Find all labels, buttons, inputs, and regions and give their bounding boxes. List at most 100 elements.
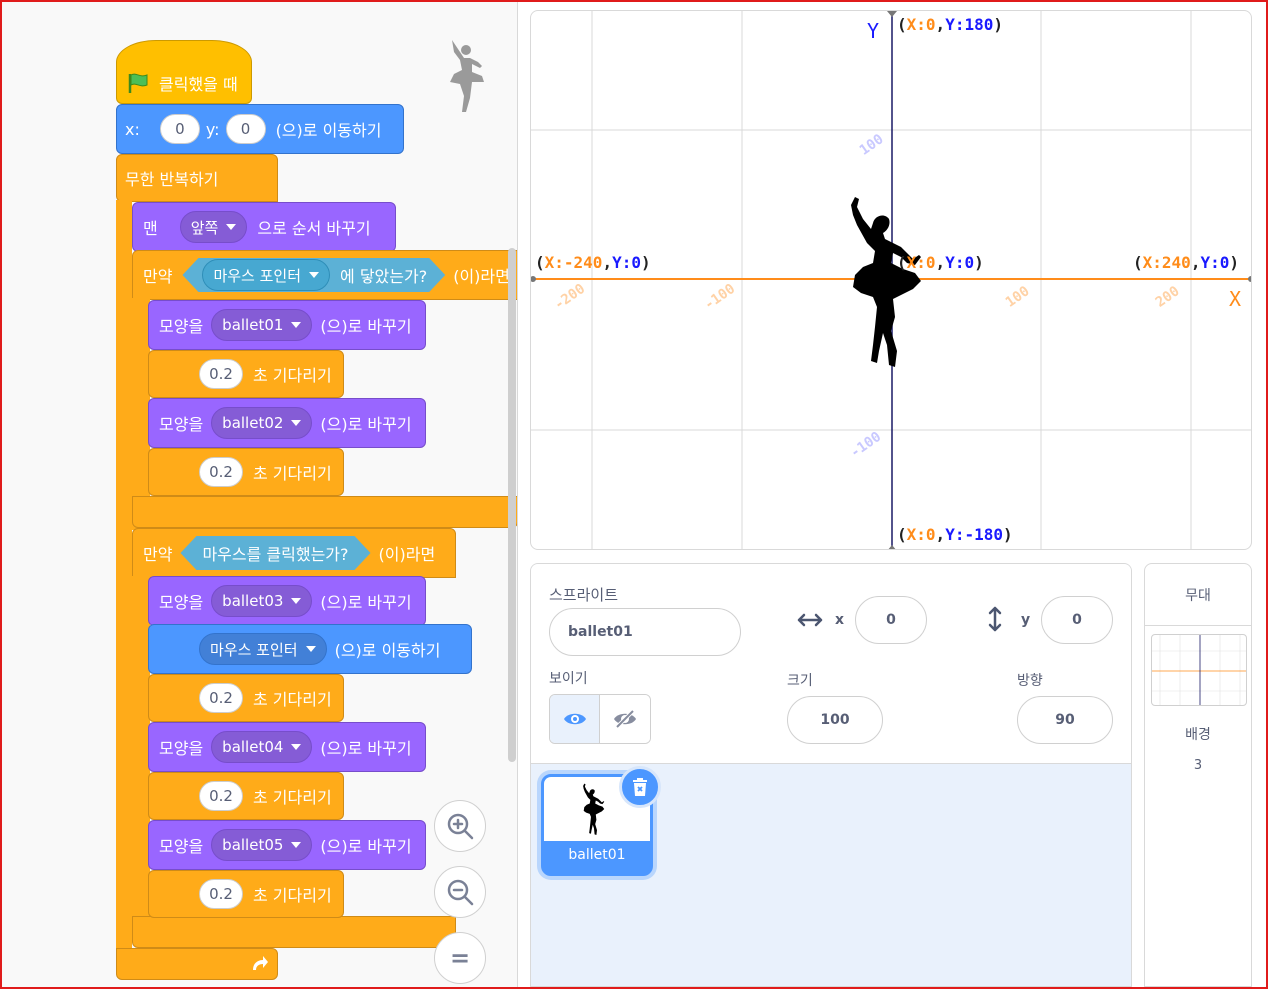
- show-visible-button[interactable]: [550, 695, 600, 743]
- zoom-in-button[interactable]: [434, 800, 486, 852]
- goto-suffix: (으)로 이동하기: [275, 121, 382, 140]
- layer-dropdown[interactable]: 앞쪽: [179, 211, 248, 243]
- goto-x-input[interactable]: 0: [159, 114, 200, 144]
- wait-block[interactable]: 0.2 초 기다리기: [148, 870, 344, 918]
- zoom-reset-button[interactable]: =: [434, 932, 486, 984]
- mouse-down-condition[interactable]: 마우스를 클릭했는가?: [180, 536, 370, 570]
- horizontal-arrows-icon: [797, 613, 823, 627]
- coord-left: (X:-240,Y:0): [535, 253, 651, 272]
- costume-dropdown[interactable]: ballet04: [211, 731, 313, 763]
- coord-center-sep: ,: [935, 253, 946, 272]
- y-position-input[interactable]: 0: [1041, 596, 1113, 644]
- wait-input[interactable]: 0.2: [199, 457, 243, 487]
- coord-top-x: X:0: [906, 15, 936, 34]
- go-to-pointer-block[interactable]: 마우스 포인터 (으)로 이동하기: [148, 624, 472, 674]
- if-touching-block[interactable]: 만약 마우스 포인터 에 닿았는가? (이)라면: [132, 250, 517, 300]
- wait-suffix: 초 기다리기: [253, 886, 332, 905]
- zoom-out-button[interactable]: [434, 866, 486, 918]
- goto-pointer-suffix: (으)로 이동하기: [334, 641, 441, 660]
- wait-block[interactable]: 0.2 초 기다리기: [148, 350, 344, 398]
- wait-block[interactable]: 0.2 초 기다리기: [148, 772, 344, 820]
- touching-suffix: 에 닿았는가?: [340, 267, 428, 286]
- touching-condition[interactable]: 마우스 포인터 에 닿았는가?: [182, 258, 445, 292]
- backdrop-thumbnail[interactable]: [1151, 634, 1247, 706]
- coord-top-y: Y:180: [945, 15, 994, 34]
- wait-input[interactable]: 0.2: [199, 879, 243, 909]
- costume-suffix: (으)로 바꾸기: [320, 593, 412, 612]
- switch-costume-block[interactable]: 모양을 ballet05 (으)로 바꾸기: [148, 820, 426, 870]
- eye-hidden-icon: [614, 709, 636, 729]
- switch-costume-block[interactable]: 모양을 ballet02 (으)로 바꾸기: [148, 398, 426, 448]
- wait-suffix: 초 기다리기: [253, 788, 332, 807]
- costume-dropdown[interactable]: ballet02: [211, 407, 313, 439]
- wait-block[interactable]: 0.2 초 기다리기: [148, 674, 344, 722]
- ballerina-sprite[interactable]: [849, 195, 945, 367]
- if-mouse-down-block[interactable]: 만약 마우스를 클릭했는가? (이)라면: [132, 528, 456, 578]
- sprite-name-value: ballet01: [568, 624, 633, 640]
- direction-input[interactable]: 90: [1017, 696, 1113, 744]
- show-hidden-button[interactable]: [600, 695, 650, 743]
- coord-right-x: X:240: [1142, 253, 1191, 272]
- code-area[interactable]: 클릭했을 때 x: 0 y: 0 (으)로 이동하기 무한 반복하기 맨 앞쪽 …: [2, 2, 518, 987]
- zoom-out-icon: [447, 879, 474, 906]
- show-toggle: [549, 694, 651, 744]
- backdrop-count: 3: [1193, 758, 1203, 773]
- paren-open: (: [897, 525, 907, 544]
- wait-suffix: 초 기다리기: [253, 366, 332, 385]
- switch-costume-block[interactable]: 모양을 ballet03 (으)로 바꾸기: [148, 576, 426, 626]
- goto-y-label: y:: [205, 119, 220, 139]
- wait-input[interactable]: 0.2: [199, 781, 243, 811]
- chevron-down-icon: [291, 420, 302, 426]
- wait-input[interactable]: 0.2: [199, 359, 243, 389]
- x-position-value: 0: [886, 612, 896, 628]
- costume-prefix: 모양을: [159, 317, 204, 336]
- stage-pane-header: 무대: [1145, 564, 1251, 626]
- switch-costume-block[interactable]: 모양을 ballet01 (으)로 바꾸기: [148, 300, 426, 350]
- coord-center-x: X:0: [906, 253, 936, 272]
- stage[interactable]: Y X (X:0,Y:180) (X:0,Y:-180) (X:-240,Y:0…: [530, 10, 1252, 550]
- stage-selector[interactable]: 무대 배경 3: [1144, 563, 1252, 987]
- y-axis-name: Y: [867, 19, 880, 43]
- trash-icon: [633, 778, 647, 796]
- direction-label: 방향: [1017, 673, 1043, 689]
- goto-target-dropdown[interactable]: 마우스 포인터: [199, 633, 327, 665]
- sprite-thumbnail-icon: [450, 40, 484, 112]
- costume-dropdown[interactable]: ballet01: [211, 309, 313, 341]
- costume-dropdown[interactable]: ballet05: [211, 829, 313, 861]
- delete-sprite-button[interactable]: [619, 766, 661, 808]
- costume-name: ballet04: [222, 738, 284, 756]
- costume-dropdown[interactable]: ballet03: [211, 585, 313, 617]
- size-input[interactable]: 100: [787, 696, 883, 744]
- forever-foot[interactable]: [116, 948, 278, 980]
- zoom-in-icon: [447, 813, 474, 840]
- zoom-reset-icon: =: [449, 944, 471, 972]
- go-to-layer-block[interactable]: 맨 앞쪽 으로 순서 바꾸기: [132, 202, 396, 252]
- touching-target: 마우스 포인터: [213, 266, 302, 285]
- chevron-down-icon: [291, 744, 302, 750]
- touching-target-dropdown[interactable]: 마우스 포인터: [202, 259, 330, 291]
- sprite-info-panel: 스프라이트 ballet01 x 0 y 0 보이기 크기 100 방향 90: [531, 564, 1131, 764]
- costume-name: ballet05: [222, 836, 284, 854]
- forever-arm: [116, 200, 132, 950]
- when-flag-clicked-block[interactable]: 클릭했을 때: [116, 40, 252, 104]
- coord-left-x: X:-240: [544, 253, 603, 272]
- ballerina-thumbnail-icon: [583, 783, 605, 835]
- wait-input[interactable]: 0.2: [199, 683, 243, 713]
- wait-block[interactable]: 0.2 초 기다리기: [148, 448, 344, 496]
- costume-name: ballet01: [222, 316, 284, 334]
- coord-top: (X:0,Y:180): [897, 15, 1003, 34]
- x-position-input[interactable]: 0: [855, 596, 927, 644]
- switch-costume-block[interactable]: 모양을 ballet04 (으)로 바꾸기: [148, 722, 426, 772]
- costume-name: ballet03: [222, 592, 284, 610]
- layer-option: 앞쪽: [190, 218, 219, 237]
- sprite-name-input[interactable]: ballet01: [549, 608, 741, 656]
- forever-block[interactable]: 무한 반복하기: [116, 154, 278, 202]
- coord-bottom: (X:0,Y:-180): [897, 525, 1013, 544]
- goto-y-input[interactable]: 0: [225, 114, 266, 144]
- goto-xy-block[interactable]: x: 0 y: 0 (으)로 이동하기: [116, 104, 404, 154]
- y-position-value: 0: [1072, 612, 1082, 628]
- chevron-down-icon: [226, 224, 237, 230]
- hat-label: 클릭했을 때: [159, 75, 238, 94]
- costume-name: ballet02: [222, 414, 284, 432]
- code-scrollbar[interactable]: [508, 248, 516, 762]
